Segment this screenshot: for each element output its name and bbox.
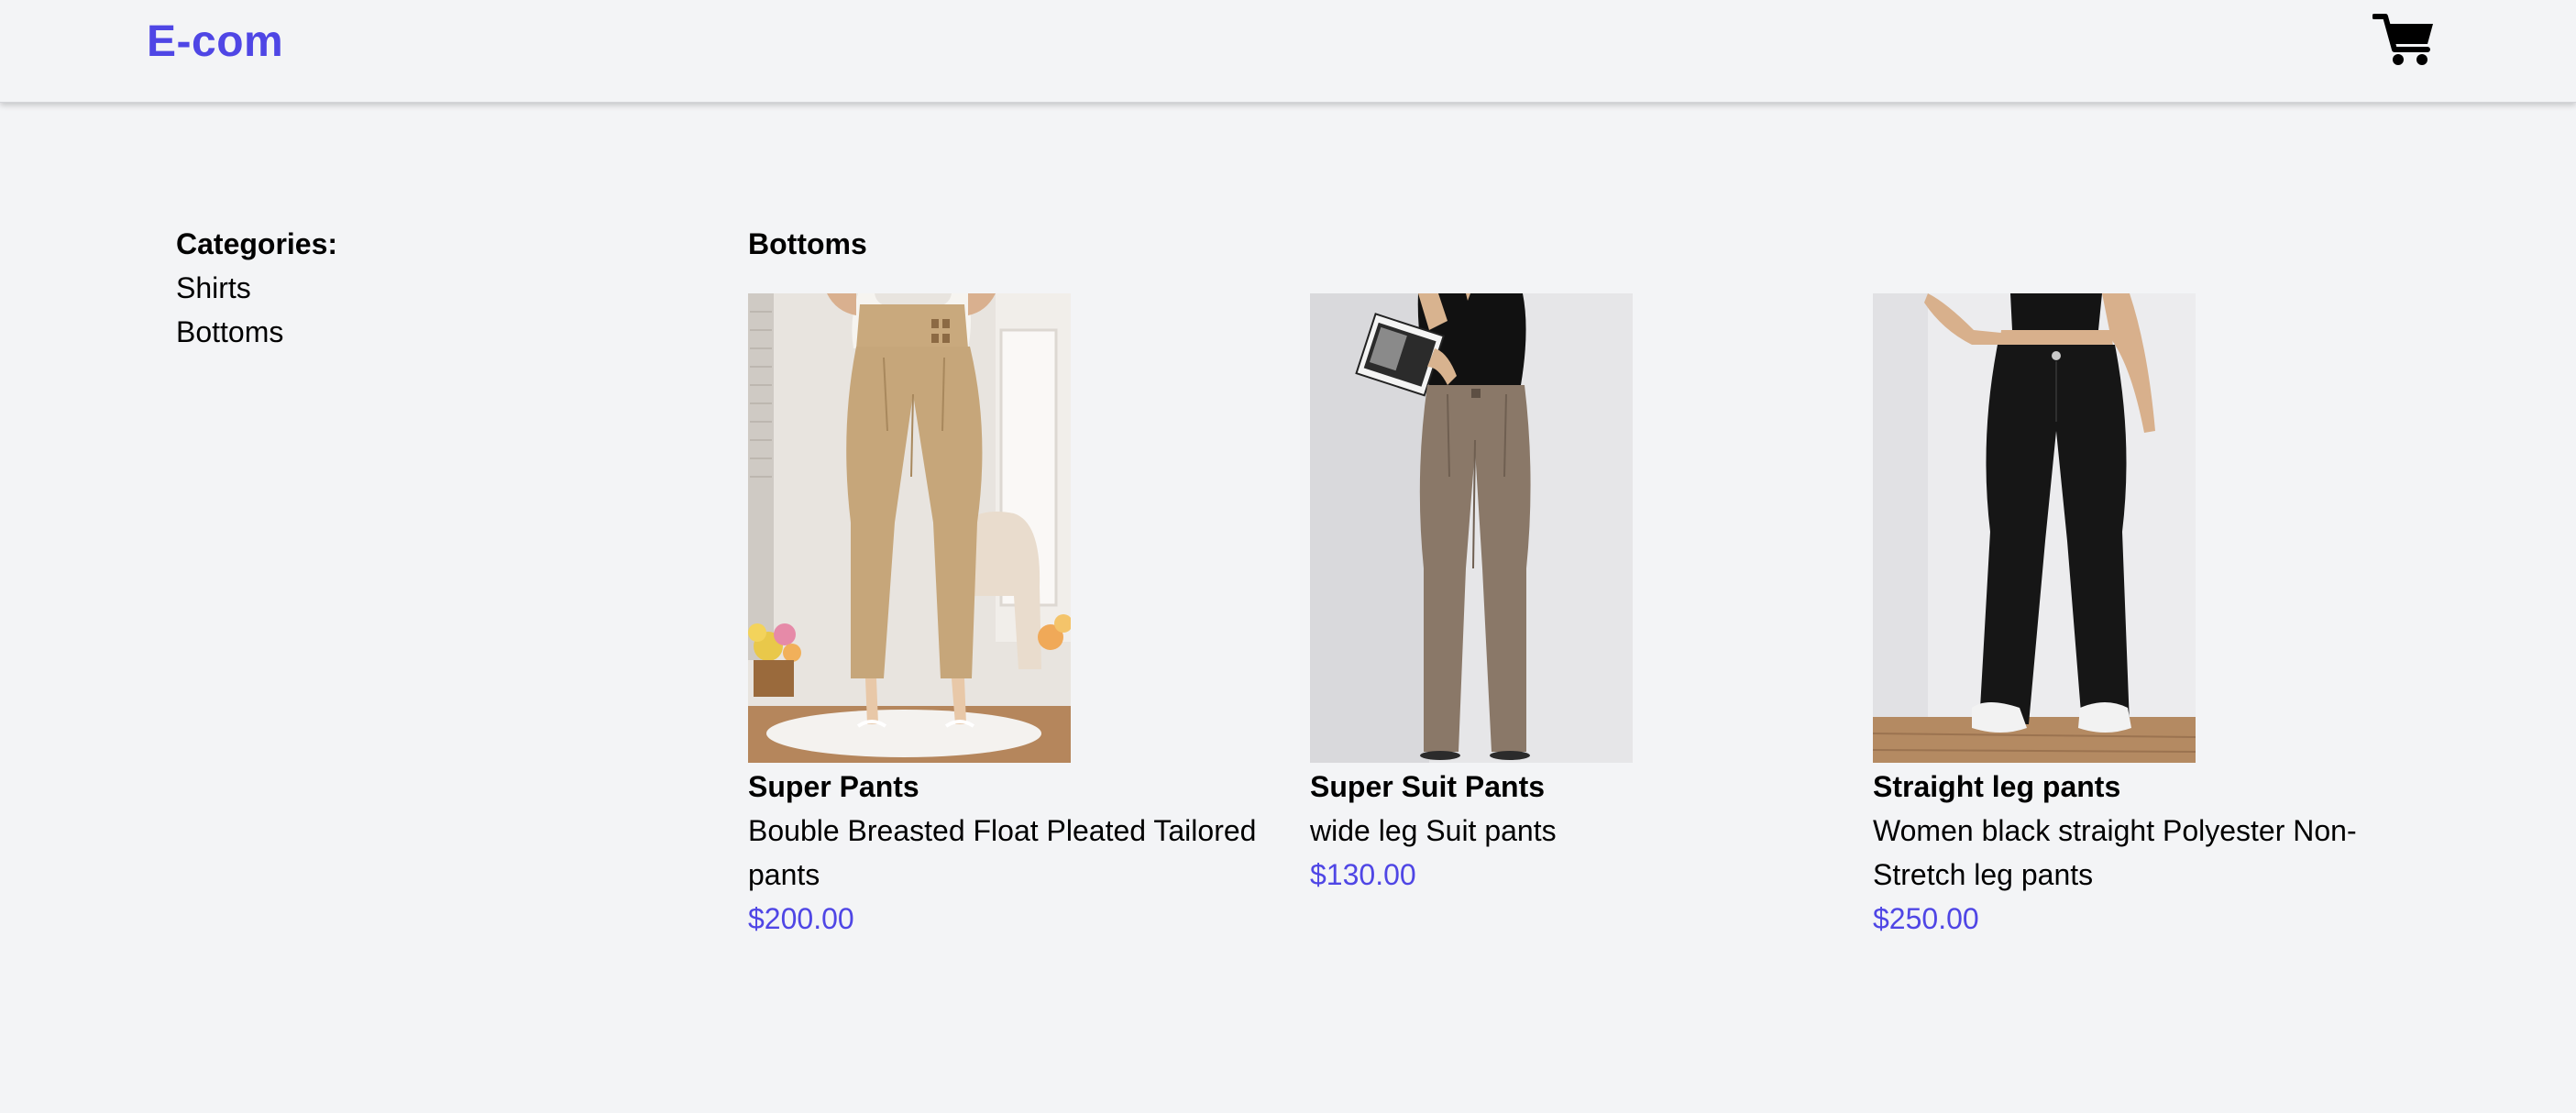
category-link-shirts[interactable]: Shirts [176, 266, 337, 310]
brand-logo[interactable]: E-com [147, 17, 283, 67]
product-card: Super Pants Bouble Breasted Float Pleate… [748, 293, 1261, 941]
shopping-cart-icon[interactable] [2372, 11, 2437, 70]
categories-heading: Categories: [176, 227, 338, 260]
product-price: $250.00 [1873, 902, 1979, 935]
product-price: $200.00 [748, 902, 854, 935]
top-navbar: E-com [0, 0, 2576, 103]
product-card: Straight leg pants Women black straight … [1873, 293, 2386, 941]
product-name[interactable]: Super Pants [748, 765, 1261, 809]
product-image-beige-pants[interactable] [748, 293, 1071, 763]
category-link-bottoms[interactable]: Bottoms [176, 310, 337, 354]
product-price: $130.00 [1310, 858, 1416, 891]
product-image-taupe-suit-pants[interactable] [1310, 293, 1633, 763]
product-name[interactable]: Super Suit Pants [1310, 765, 1823, 809]
product-description: Bouble Breasted Float Pleated Tailored p… [748, 814, 1257, 891]
product-image-black-straight-pants[interactable] [1873, 293, 2196, 763]
categories-sidebar: Categories: Shirts Bottoms [176, 222, 337, 354]
section-title: Bottoms [748, 227, 867, 260]
product-description: wide leg Suit pants [1310, 814, 1557, 847]
product-description: Women black straight Polyester Non-Stret… [1873, 814, 2357, 891]
product-card: Super Suit Pants wide leg Suit pants $13… [1310, 293, 1823, 897]
product-name[interactable]: Straight leg pants [1873, 765, 2386, 809]
